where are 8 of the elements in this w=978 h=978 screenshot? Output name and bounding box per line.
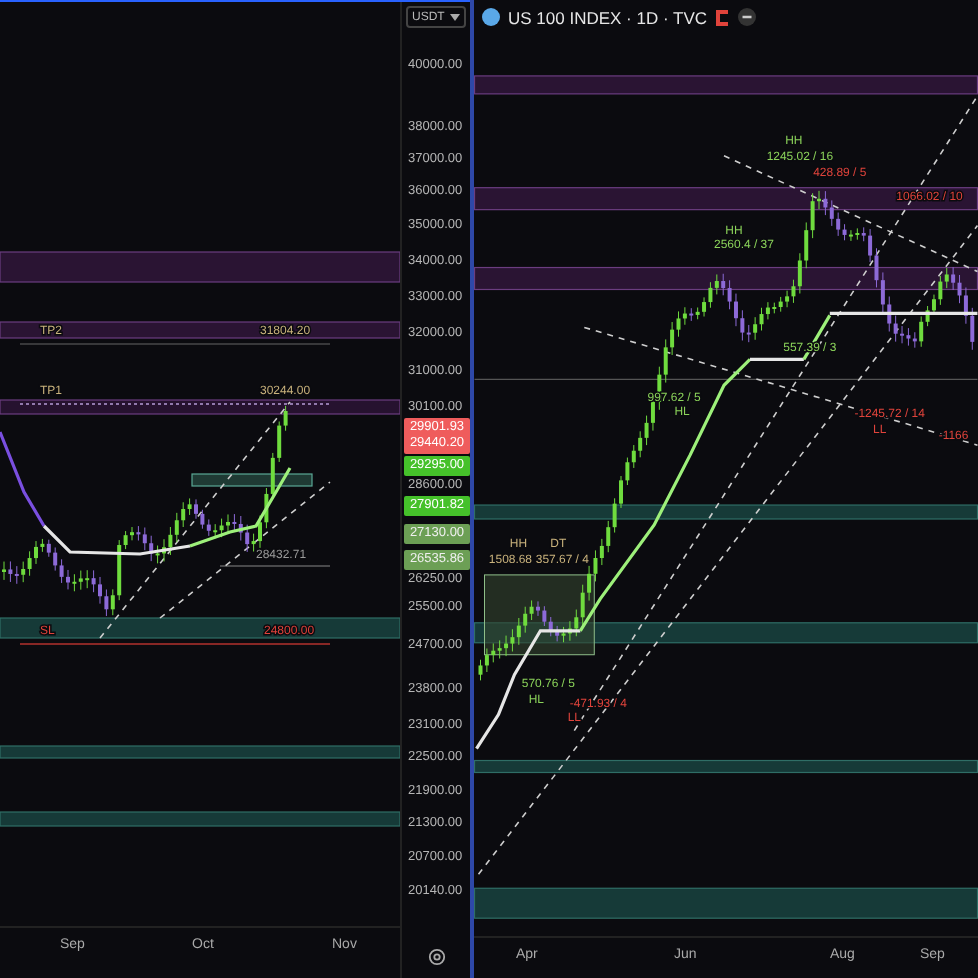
symbol-logo-icon — [482, 8, 500, 27]
minus-icon[interactable] — [737, 8, 756, 27]
settings-icon[interactable] — [428, 948, 446, 966]
consolidation-box — [484, 574, 595, 656]
symbol-title[interactable]: US 100 INDEX · 1D · TVC — [508, 7, 708, 28]
consolidation-box — [191, 473, 313, 487]
flag-icon[interactable] — [715, 9, 730, 26]
caret-icon — [450, 13, 460, 21]
